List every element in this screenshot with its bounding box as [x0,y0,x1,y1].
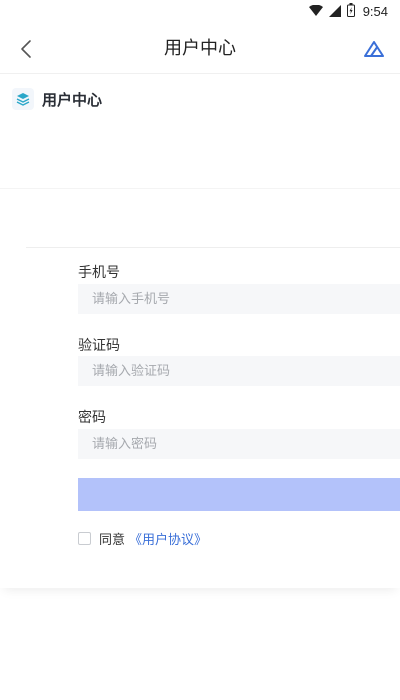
agreement-row: 同意 《用户协议》 [78,529,207,548]
password-label: 密码 [78,410,106,426]
layers-icon [12,88,34,110]
agreement-checkbox[interactable] [78,531,91,545]
battery-icon [346,2,355,21]
wifi-icon [308,2,323,21]
agreement-text: 同意 [99,532,126,548]
user-agreement-link[interactable]: 《用户协议》 [129,529,207,548]
status-icons: 9:54 [308,2,388,21]
code-label: 验证码 [78,338,120,354]
status-time: 9:54 [362,3,388,19]
phone-input[interactable] [78,284,400,314]
app-logo-button[interactable] [362,37,386,61]
verification-code-input[interactable] [78,356,400,386]
submit-button[interactable] [78,478,400,511]
section-title: 用户中心 [42,90,103,109]
password-input[interactable] [78,429,400,459]
status-bar: 9:54 [0,0,400,24]
section-header: 用户中心 [12,87,102,111]
phone-label: 手机号 [78,265,120,281]
nav-bar: 用户中心 [0,24,400,74]
signal-icon [328,2,341,21]
triangle-logo-icon [362,41,386,65]
divider [0,188,400,189]
page-title: 用户中心 [164,38,236,59]
